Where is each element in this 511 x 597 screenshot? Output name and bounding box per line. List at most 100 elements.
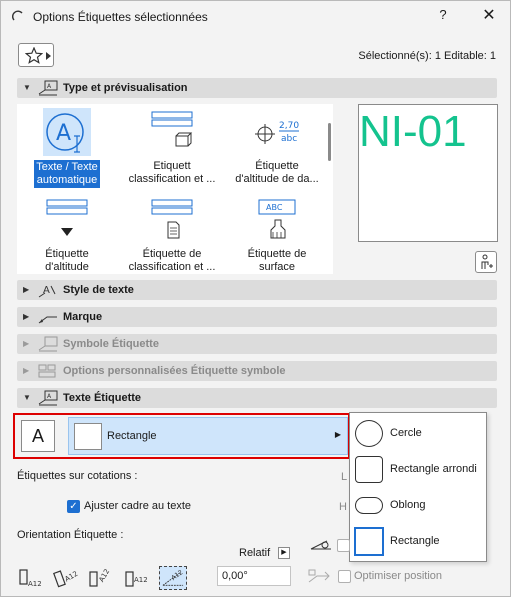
- angle-lock-icon: [310, 540, 331, 550]
- svg-text:2,70: 2,70: [279, 121, 299, 131]
- section-marque[interactable]: ▶ Marque: [17, 307, 497, 327]
- section-options-perso: ▶ Options personnalisées Étiquette symbo…: [17, 361, 497, 381]
- svg-text:A12: A12: [134, 576, 148, 584]
- gallery-item-classification-2[interactable]: Étiquette de classification et ...: [122, 196, 222, 274]
- collapse-arrow-icon: ▶: [23, 285, 30, 294]
- classification-label-icon: [151, 111, 193, 147]
- orientation-parallel-icon[interactable]: A12: [123, 566, 151, 590]
- rectangle-shape-icon: [355, 528, 383, 555]
- dropdown-item-oblong[interactable]: Oblong: [350, 487, 488, 523]
- rounded-rect-shape-icon: [355, 456, 383, 483]
- optimize-position-icon: [308, 569, 330, 583]
- label-text-icon: A: [38, 390, 58, 406]
- optimiser-label: Optimiser position: [354, 570, 443, 582]
- angle-lock-checkbox[interactable]: [337, 539, 350, 552]
- svg-text:A12: A12: [64, 570, 80, 584]
- label-type-gallery: A Texte / Texte automatique Etiquett class…: [17, 104, 333, 274]
- text-label-icon: A: [43, 108, 91, 156]
- altitude-label-icon: [46, 199, 88, 236]
- rectangle-shape-icon: [74, 423, 102, 450]
- section-style-texte[interactable]: ▶ A Style de texte: [17, 280, 497, 300]
- gallery-item-label: Texte / Texte automatique: [34, 160, 100, 188]
- orientation-custom-icon[interactable]: A12: [159, 566, 187, 590]
- svg-text:A: A: [47, 393, 52, 400]
- custom-options-icon: [38, 364, 56, 378]
- svg-text:abc: abc: [281, 134, 297, 144]
- section-label: Options personnalisées Étiquette symbole: [63, 365, 286, 377]
- frame-shape-row: A Rectangle ▶: [13, 413, 350, 459]
- gallery-item-label: Etiquett classification et ...: [128, 160, 216, 185]
- altitude-datum-icon: 2,70 abc: [255, 121, 299, 144]
- dropdown-item-label: Rectangle: [390, 535, 440, 547]
- l-letter: L: [341, 471, 348, 483]
- caret-right-icon: [46, 52, 51, 60]
- collapse-arrow-icon: ▶: [23, 366, 30, 375]
- preview-person-icon: [481, 254, 493, 269]
- dropdown-item-label: Oblong: [390, 499, 426, 511]
- ajuster-cadre-checkbox[interactable]: ✓: [67, 500, 80, 513]
- frame-shape-select[interactable]: Rectangle ▶: [68, 417, 348, 455]
- expand-arrow-icon: ▼: [23, 393, 31, 402]
- orientation-horizontal-icon[interactable]: A12: [17, 566, 45, 590]
- dropdown-item-label: Rectangle arrondi: [390, 463, 477, 475]
- orientation-vertical-icon[interactable]: A12: [87, 566, 115, 590]
- symbol-label-icon: [38, 336, 58, 352]
- frame-shape-label: Rectangle: [107, 430, 157, 442]
- classification-doc-icon: [151, 199, 193, 239]
- optimiser-checkbox[interactable]: [338, 570, 351, 583]
- text-style-icon: A: [38, 285, 56, 298]
- etiquettes-cotations-label: Étiquettes sur cotations :: [17, 470, 138, 482]
- label-preview: NI-01: [358, 104, 498, 242]
- marker-icon: [38, 316, 57, 324]
- help-button[interactable]: ?: [435, 7, 451, 27]
- preview-text: NI-01: [359, 107, 467, 156]
- gallery-item-altitude[interactable]: Étiquette d'altitude: [17, 196, 117, 274]
- selection-info: Sélectionné(s): 1 Editable: 1: [358, 50, 496, 62]
- star-icon: [25, 47, 43, 64]
- svg-text:A12: A12: [28, 580, 42, 588]
- svg-text:A: A: [43, 285, 50, 296]
- preview-settings-button[interactable]: [475, 251, 497, 273]
- title-bar: Options Étiquettes sélectionnées ? ✕: [1, 1, 510, 33]
- svg-text:A: A: [47, 83, 52, 90]
- gallery-item-texte-auto[interactable]: A Texte / Texte automatique: [17, 108, 117, 188]
- dropdown-item-rectangle[interactable]: Rectangle: [350, 523, 488, 559]
- favorites-button[interactable]: [18, 43, 54, 67]
- angle-input[interactable]: 0,00°: [217, 566, 291, 586]
- circle-shape-icon: [355, 420, 383, 447]
- collapse-arrow-icon: ▶: [23, 339, 30, 348]
- svg-text:A12: A12: [170, 568, 185, 582]
- section-label: Texte Étiquette: [63, 392, 142, 404]
- h-letter: H: [339, 501, 347, 513]
- gallery-item-surface[interactable]: ABC Étiquette de surface: [227, 196, 327, 274]
- label-type-icon: A: [38, 80, 58, 96]
- options-dialog: Options Étiquettes sélectionnées ? ✕ Sél…: [0, 0, 511, 597]
- section-symbole: ▶ Symbole Étiquette: [17, 334, 497, 354]
- gallery-item-label: Étiquette de classification et ...: [128, 248, 216, 273]
- svg-text:A: A: [56, 121, 71, 146]
- label-tool-icon: [11, 10, 23, 21]
- relatif-label: Relatif: [239, 547, 271, 559]
- relatif-menu-button[interactable]: ▶: [278, 547, 290, 559]
- frame-shape-dropdown: Cercle Rectangle arrondi Oblong Rectangl…: [349, 412, 487, 562]
- section-type-preview[interactable]: ▼ A Type et prévisualisation: [17, 78, 497, 98]
- ajuster-cadre-label: Ajuster cadre au texte: [84, 500, 192, 512]
- gallery-item-label: Étiquette de surface: [247, 248, 307, 273]
- section-texte-etiquette[interactable]: ▼ A Texte Étiquette: [17, 388, 497, 408]
- dropdown-item-label: Cercle: [390, 427, 422, 439]
- dropdown-item-rectangle-arrondi[interactable]: Rectangle arrondi: [350, 451, 488, 487]
- section-label: Style de texte: [63, 284, 134, 296]
- dropdown-item-cercle[interactable]: Cercle: [350, 415, 488, 451]
- svg-text:A12: A12: [98, 568, 112, 584]
- gallery-scrollbar[interactable]: [328, 123, 331, 161]
- gallery-item-classification[interactable]: Etiquett classification et ...: [122, 108, 222, 186]
- window-title: Options Étiquettes sélectionnées: [33, 10, 208, 24]
- section-label: Type et prévisualisation: [63, 82, 188, 94]
- orientation-label: Orientation Étiquette :: [17, 529, 124, 541]
- caret-right-icon: ▶: [334, 430, 341, 439]
- orientation-angled-icon[interactable]: A12: [53, 566, 81, 590]
- text-frame-button[interactable]: A: [21, 420, 55, 452]
- close-button[interactable]: ✕: [479, 5, 499, 27]
- section-label: Symbole Étiquette: [63, 338, 159, 350]
- gallery-item-altitude-datum[interactable]: 2,70 abc Étiquette d'altitude de da...: [227, 108, 327, 186]
